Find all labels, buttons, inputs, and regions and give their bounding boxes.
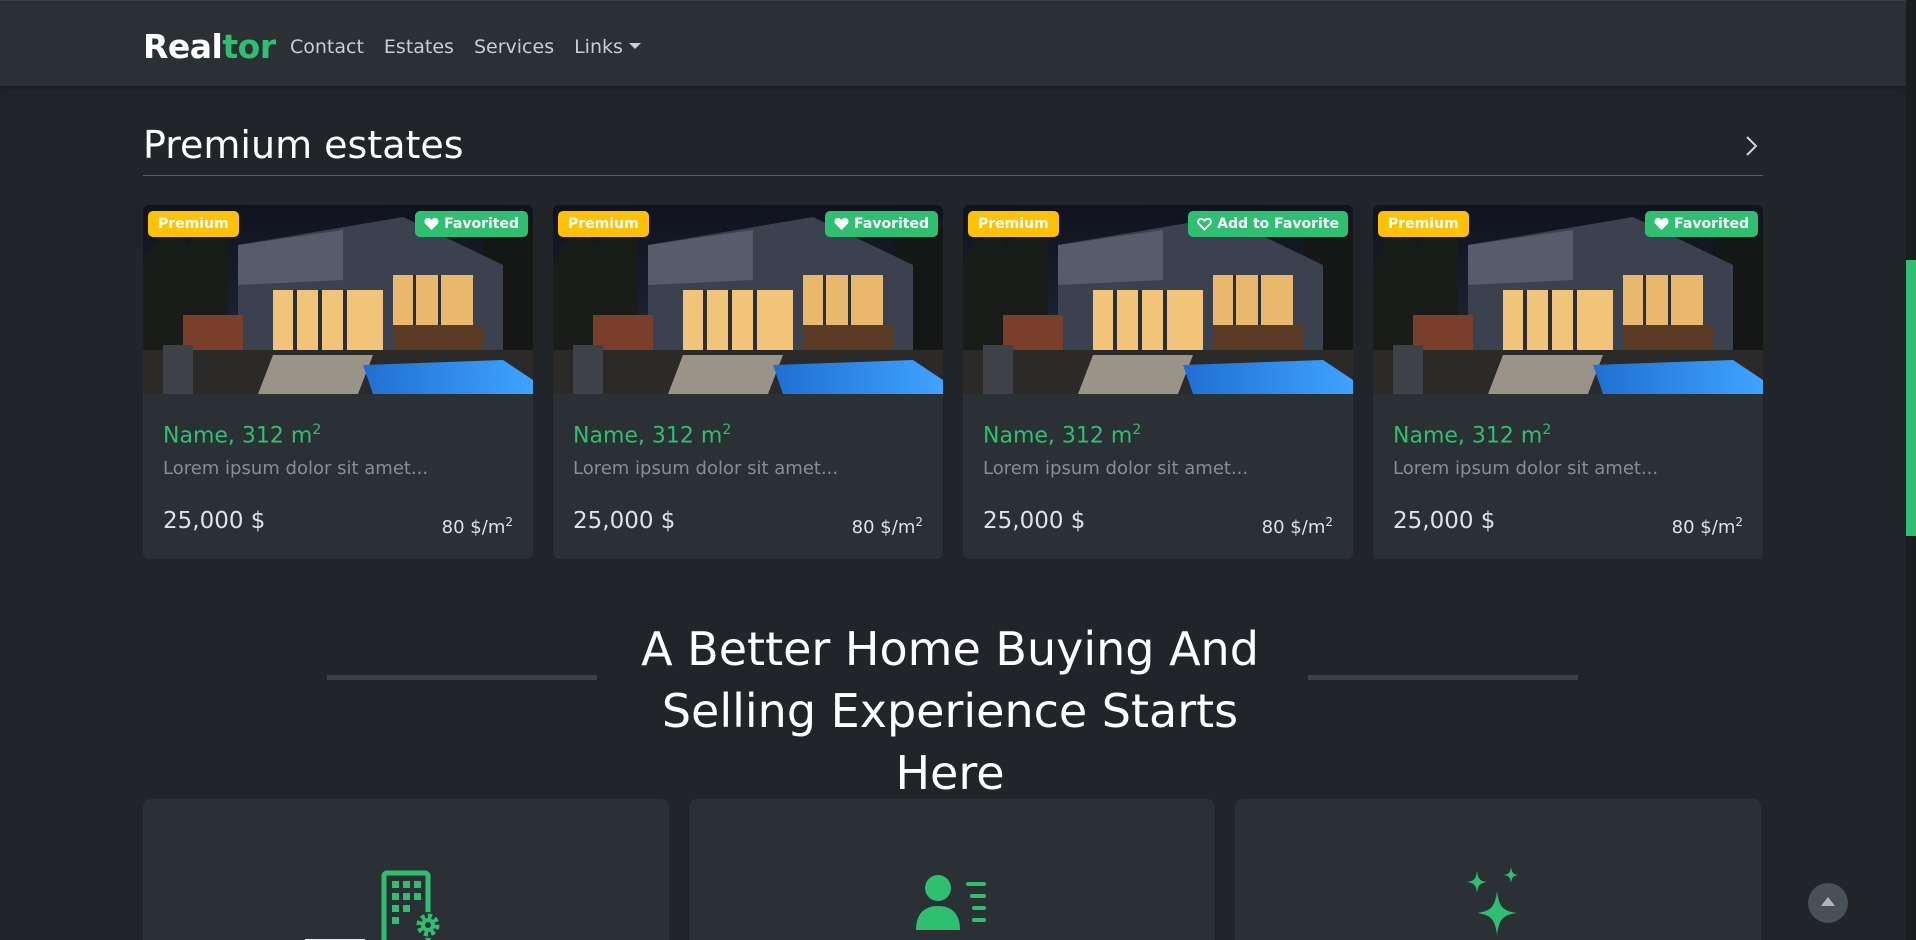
estate-name-text: Name, 312 m [163, 423, 313, 449]
estate-price: 25,000 $ [1393, 508, 1496, 534]
nav-link-contact[interactable]: Contact [290, 34, 364, 60]
heart-filled-icon [1654, 218, 1669, 230]
estate-name[interactable]: Name, 312 m2 [983, 415, 1141, 451]
ppm-sup: 2 [915, 515, 923, 529]
ppm-sup: 2 [505, 515, 513, 529]
ppm-text: 80 $/m [1261, 517, 1326, 538]
heart-filled-icon [834, 218, 849, 230]
premium-badge: Premium [1378, 211, 1469, 237]
estate-description: Lorem ipsum dolor sit amet... [983, 458, 1249, 479]
estate-name[interactable]: Name, 312 m2 [1393, 415, 1551, 451]
estate-name-sup: 2 [1542, 422, 1552, 438]
favorite-label: Favorited [444, 216, 519, 232]
nav-links: Contact Estates Services Links [290, 34, 661, 60]
estate-description: Lorem ipsum dolor sit amet... [573, 458, 839, 479]
scrollbar-thumb[interactable] [1906, 260, 1916, 536]
nav-dropdown-links-label: Links [574, 36, 623, 58]
ppm-sup: 2 [1325, 515, 1333, 529]
estate-card[interactable]: Premium Add to Favorite Name, 312 m2 Lor… [963, 205, 1353, 559]
estate-card[interactable]: Premium Favorited Name, 312 m2 Lorem ips… [143, 205, 533, 559]
brand-logo[interactable]: Realtor [143, 25, 276, 69]
estate-price: 25,000 $ [163, 508, 266, 534]
estate-description: Lorem ipsum dolor sit amet... [1393, 458, 1659, 479]
section-divider [143, 175, 1763, 176]
estate-name-sup: 2 [722, 422, 732, 438]
nav-link-services[interactable]: Services [474, 34, 554, 60]
estate-name-sup: 2 [312, 422, 322, 438]
estate-name-text: Name, 312 m [573, 423, 723, 449]
feature-card-2 [689, 799, 1215, 940]
estate-description: Lorem ipsum dolor sit amet... [163, 458, 429, 479]
hero-title: A Better Home Buying And Selling Experie… [600, 618, 1300, 804]
ppm-text: 80 $/m [851, 517, 916, 538]
ppm-sup: 2 [1735, 515, 1743, 529]
hero-title-line1: A Better Home Buying And [641, 622, 1259, 676]
estate-price-per-m2: 80 $/m2 [1262, 509, 1333, 541]
back-to-top-button[interactable] [1808, 883, 1848, 923]
favorite-button[interactable]: Favorited [415, 211, 528, 237]
building-gear-icon [381, 870, 441, 940]
heart-outline-icon [1197, 217, 1212, 231]
ppm-text: 80 $/m [441, 517, 506, 538]
scrollbar-track[interactable] [1906, 0, 1916, 940]
estate-price-per-m2: 80 $/m2 [1672, 509, 1743, 541]
estate-price-per-m2: 80 $/m2 [442, 509, 513, 541]
estate-card[interactable]: Premium Favorited Name, 312 m2 Lorem ips… [553, 205, 943, 559]
person-lines-icon [916, 875, 986, 930]
navbar: Realtor Contact Estates Services Links [0, 0, 1906, 86]
estate-price-per-m2: 80 $/m2 [852, 509, 923, 541]
premium-badge: Premium [148, 211, 239, 237]
hero-title-line2: Selling Experience Starts Here [661, 684, 1239, 800]
estate-price: 25,000 $ [573, 508, 676, 534]
favorite-label: Add to Favorite [1217, 216, 1339, 232]
nav-dropdown-links[interactable]: Links [574, 34, 641, 60]
ppm-text: 80 $/m [1671, 517, 1736, 538]
favorite-button[interactable]: Favorited [1645, 211, 1758, 237]
estate-name-text: Name, 312 m [1393, 423, 1543, 449]
hero-divider-left [327, 675, 597, 680]
estate-name[interactable]: Name, 312 m2 [163, 415, 321, 451]
favorite-button[interactable]: Add to Favorite [1188, 211, 1348, 237]
estate-card[interactable]: Premium Favorited Name, 312 m2 Lorem ips… [1373, 205, 1763, 559]
stars-icon [1467, 867, 1518, 935]
caret-down-icon [628, 43, 641, 49]
estate-name-sup: 2 [1132, 422, 1142, 438]
premium-badge: Premium [968, 211, 1059, 237]
estate-name-text: Name, 312 m [983, 423, 1133, 449]
section-title: Premium estates [143, 123, 464, 167]
nav-link-estates[interactable]: Estates [384, 34, 454, 60]
estate-price: 25,000 $ [983, 508, 1086, 534]
hero-divider-right [1308, 675, 1578, 680]
estate-name[interactable]: Name, 312 m2 [573, 415, 731, 451]
chevron-right-icon[interactable] [1740, 132, 1764, 160]
premium-badge: Premium [558, 211, 649, 237]
feature-card-1 [143, 799, 669, 940]
favorite-label: Favorited [854, 216, 929, 232]
heart-filled-icon [424, 218, 439, 230]
feature-card-3 [1235, 799, 1761, 940]
favorite-button[interactable]: Favorited [825, 211, 938, 237]
favorite-label: Favorited [1674, 216, 1749, 232]
